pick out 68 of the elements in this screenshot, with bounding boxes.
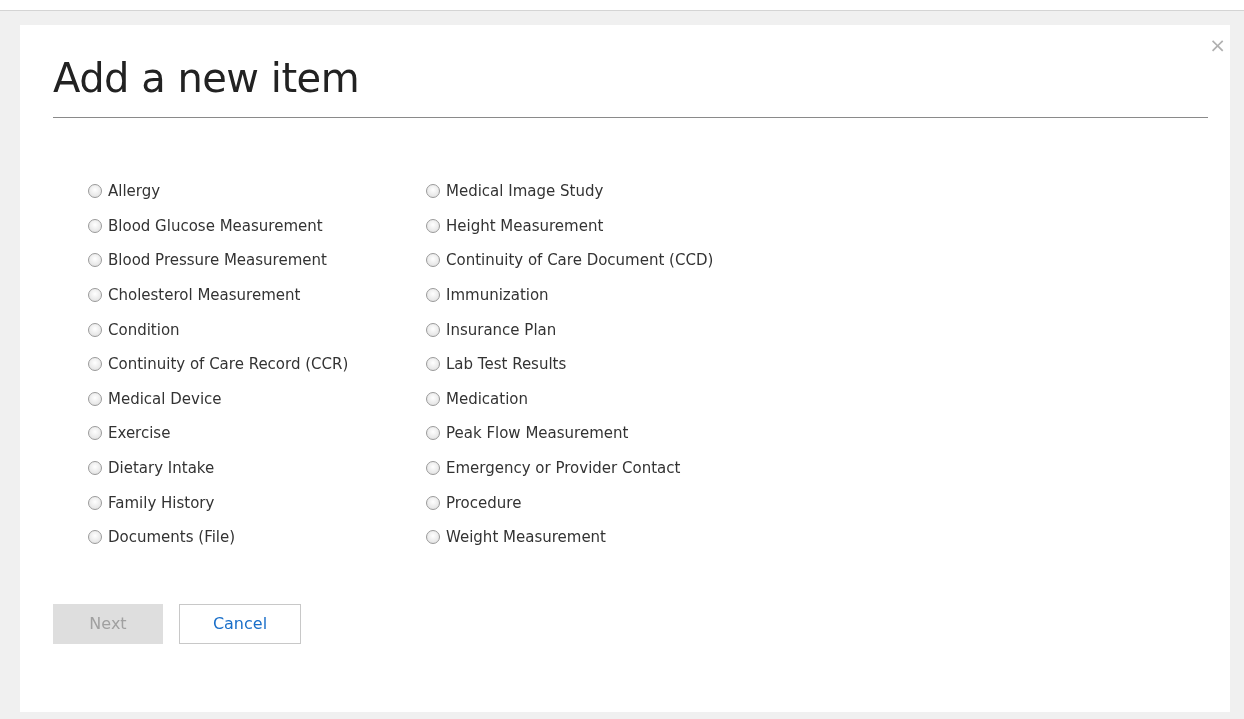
option-label: Lab Test Results xyxy=(446,355,567,374)
radio-option[interactable]: Lab Test Results xyxy=(426,353,567,376)
radio-option[interactable]: Height Measurement xyxy=(426,214,604,237)
radio-option[interactable]: Exercise xyxy=(88,422,171,445)
radio-icon[interactable] xyxy=(426,253,440,268)
option-label: Emergency or Provider Contact xyxy=(446,459,681,478)
radio-option[interactable]: Weight Measurement xyxy=(426,526,606,549)
radio-icon[interactable] xyxy=(426,495,440,510)
option-label: Blood Glucose Measurement xyxy=(108,216,323,235)
radio-option[interactable]: Cholesterol Measurement xyxy=(88,284,301,307)
option-label: Continuity of Care Document (CCD) xyxy=(446,251,714,270)
radio-option[interactable]: Insurance Plan xyxy=(426,318,557,341)
radio-icon[interactable] xyxy=(426,391,440,406)
radio-icon[interactable] xyxy=(426,322,440,337)
option-label: Continuity of Care Record (CCR) xyxy=(108,355,349,374)
radio-option[interactable]: Continuity of Care Document (CCD) xyxy=(426,249,714,272)
radio-icon[interactable] xyxy=(426,288,440,303)
radio-option[interactable]: Medication xyxy=(426,387,529,410)
radio-option[interactable]: Blood Glucose Measurement xyxy=(88,214,323,237)
option-label: Insurance Plan xyxy=(446,320,557,339)
option-label: Blood Pressure Measurement xyxy=(108,251,327,270)
option-label: Cholesterol Measurement xyxy=(108,286,301,305)
radio-option[interactable]: Documents (File) xyxy=(88,526,236,549)
radio-option[interactable]: Peak Flow Measurement xyxy=(426,422,629,445)
option-label: Medical Image Study xyxy=(446,182,604,201)
radio-icon[interactable] xyxy=(426,461,440,476)
radio-icon[interactable] xyxy=(426,426,440,441)
radio-icon[interactable] xyxy=(88,461,102,476)
option-label: Condition xyxy=(108,320,180,339)
radio-option[interactable]: Immunization xyxy=(426,284,549,307)
option-label: Procedure xyxy=(446,493,522,512)
option-label: Exercise xyxy=(108,424,171,443)
radio-icon[interactable] xyxy=(88,426,102,441)
radio-icon[interactable] xyxy=(88,218,102,233)
radio-option[interactable]: Procedure xyxy=(426,491,522,514)
option-label: Allergy xyxy=(108,182,161,201)
radio-icon[interactable] xyxy=(88,357,102,372)
radio-icon[interactable] xyxy=(88,495,102,510)
option-label: Dietary Intake xyxy=(108,459,215,478)
option-label: Family History xyxy=(108,493,215,512)
option-label: Height Measurement xyxy=(446,216,604,235)
radio-icon[interactable] xyxy=(88,184,102,199)
option-label: Weight Measurement xyxy=(446,528,606,547)
radio-option[interactable]: Family History xyxy=(88,491,215,514)
radio-option[interactable]: Continuity of Care Record (CCR) xyxy=(88,353,349,376)
radio-icon[interactable] xyxy=(426,530,440,545)
radio-icon[interactable] xyxy=(426,184,440,199)
radio-icon[interactable] xyxy=(88,391,102,406)
cancel-button[interactable]: Cancel xyxy=(179,603,301,644)
radio-option[interactable]: Dietary Intake xyxy=(88,457,215,480)
radio-option[interactable]: Emergency or Provider Contact xyxy=(426,457,681,480)
radio-icon[interactable] xyxy=(88,322,102,337)
radio-icon[interactable] xyxy=(426,357,440,372)
radio-option[interactable]: Blood Pressure Measurement xyxy=(88,249,327,272)
radio-icon[interactable] xyxy=(88,288,102,303)
radio-option[interactable]: Medical Device xyxy=(88,387,222,410)
radio-option[interactable]: Medical Image Study xyxy=(426,180,604,203)
radio-icon[interactable] xyxy=(88,253,102,268)
radio-icon[interactable] xyxy=(88,530,102,545)
option-label: Medication xyxy=(446,389,529,408)
radio-option[interactable]: Condition xyxy=(88,318,180,341)
radio-option[interactable]: Allergy xyxy=(88,180,161,203)
option-label: Immunization xyxy=(446,286,549,305)
option-label: Documents (File) xyxy=(108,528,236,547)
radio-icon[interactable] xyxy=(426,218,440,233)
dialog-title: Add a new item xyxy=(53,55,1208,118)
option-label: Medical Device xyxy=(108,389,222,408)
option-label: Peak Flow Measurement xyxy=(446,424,629,443)
